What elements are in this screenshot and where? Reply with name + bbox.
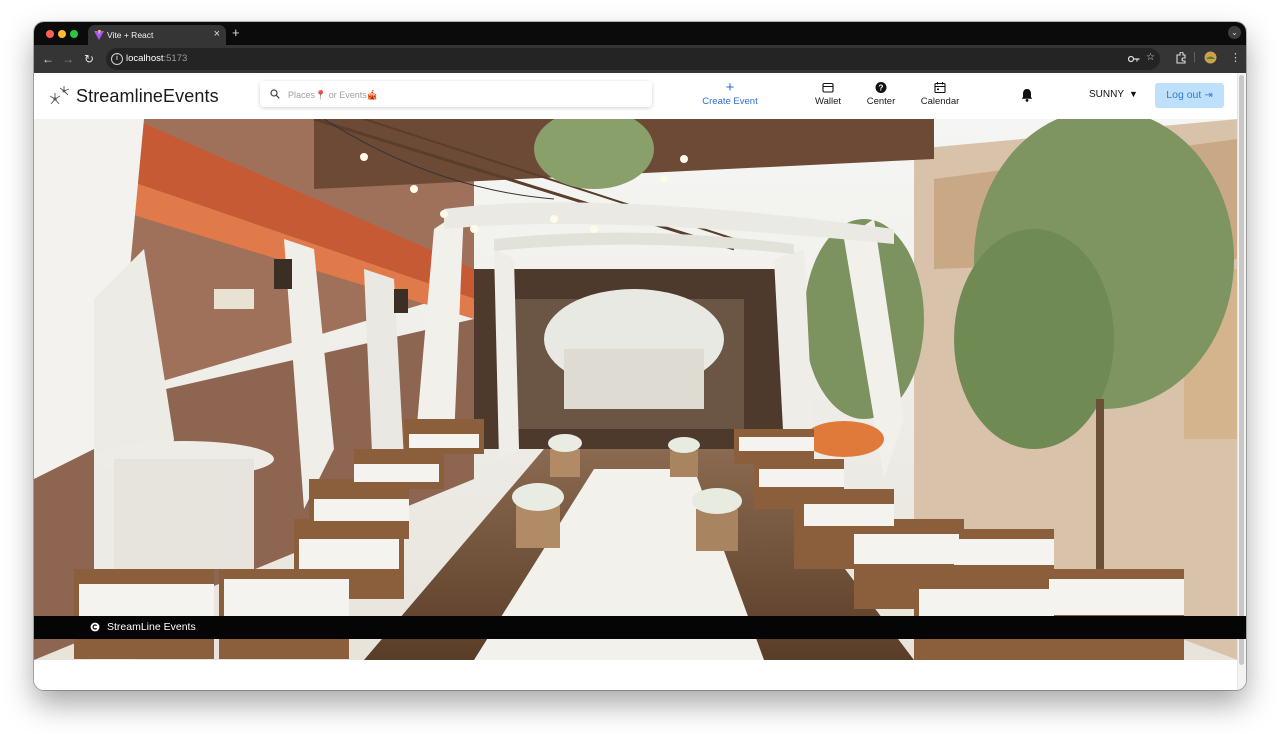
- brand-logo[interactable]: StreamlineEvents: [48, 83, 219, 109]
- tab-title: Vite + React: [107, 30, 154, 40]
- url-host: localhost: [126, 53, 164, 64]
- window-minimize-button[interactable]: [58, 30, 66, 38]
- center-label: Center: [866, 96, 896, 107]
- close-icon[interactable]: ×: [214, 28, 220, 40]
- create-event-button[interactable]: + Create Event: [697, 79, 763, 107]
- toolbar-divider: |: [1193, 51, 1196, 63]
- calendar-icon: [934, 82, 946, 94]
- center-button[interactable]: ? Center: [860, 81, 902, 107]
- search-icon: [270, 89, 280, 99]
- copyright-icon: [90, 622, 100, 632]
- app-footer: StreamLine Events: [34, 616, 1246, 639]
- fireworks-logo-icon: [49, 86, 70, 105]
- search-input[interactable]: [286, 84, 640, 106]
- help-center-icon: ?: [875, 82, 887, 93]
- app-header: StreamlineEvents + Create Event Wallet: [34, 73, 1238, 119]
- back-icon[interactable]: ←: [42, 52, 54, 66]
- tab-search-icon[interactable]: ⌄: [1228, 26, 1241, 39]
- vite-favicon-icon: [94, 30, 104, 40]
- create-event-label: Create Event: [702, 96, 758, 107]
- new-tab-icon[interactable]: +: [232, 25, 240, 40]
- scrollbar-thumb[interactable]: [1239, 75, 1244, 665]
- logout-button[interactable]: Log out ⇥: [1155, 83, 1224, 108]
- logout-icon: ⇥: [1204, 90, 1213, 101]
- user-name: SUNNY: [1089, 89, 1125, 100]
- logout-label: Log out: [1166, 89, 1202, 101]
- app-root: StreamlineEvents + Create Event Wallet: [34, 73, 1238, 690]
- wallet-label: Wallet: [814, 96, 842, 107]
- forward-icon[interactable]: →: [62, 52, 74, 66]
- browser-tab-strip: Vite + React × + ⌄: [34, 22, 1246, 45]
- wallet-icon: [822, 82, 834, 93]
- browser-window: Vite + React × + ⌄ ← → ↻ i localhost:517…: [34, 22, 1246, 690]
- reload-icon[interactable]: ↻: [84, 52, 94, 66]
- footer-brand: StreamLine Events: [107, 621, 196, 633]
- key-icon[interactable]: [1128, 55, 1140, 63]
- search-bar[interactable]: [260, 81, 652, 107]
- url-port: :5173: [163, 53, 188, 64]
- plus-icon: +: [725, 79, 735, 96]
- brand-name: StreamlineEvents: [76, 85, 219, 106]
- browser-tab[interactable]: Vite + React ×: [88, 25, 226, 45]
- info-icon[interactable]: i: [111, 53, 123, 65]
- wallet-button[interactable]: Wallet: [808, 81, 848, 107]
- hero-image: [34, 119, 1238, 660]
- user-menu[interactable]: SUNNY ▼: [1089, 89, 1138, 100]
- kebab-menu-icon[interactable]: ⋮: [1230, 51, 1241, 64]
- caret-down-icon: ▼: [1129, 89, 1138, 99]
- svg-text:?: ?: [879, 84, 884, 93]
- url-text: localhost:5173: [126, 53, 187, 64]
- window-zoom-button[interactable]: [70, 30, 78, 38]
- window-close-button[interactable]: [46, 30, 54, 38]
- page-scrollbar[interactable]: [1237, 73, 1246, 690]
- profile-icon[interactable]: [1204, 51, 1217, 64]
- notification-bell-icon[interactable]: [1021, 88, 1033, 102]
- star-icon[interactable]: ☆: [1146, 52, 1155, 63]
- calendar-button[interactable]: Calendar: [915, 81, 965, 107]
- extensions-icon[interactable]: [1175, 52, 1187, 64]
- calendar-label: Calendar: [920, 96, 960, 107]
- address-bar[interactable]: i localhost:5173 ☆: [106, 48, 1160, 70]
- browser-toolbar: ← → ↻ i localhost:5173 ☆ | ⋮: [34, 45, 1246, 73]
